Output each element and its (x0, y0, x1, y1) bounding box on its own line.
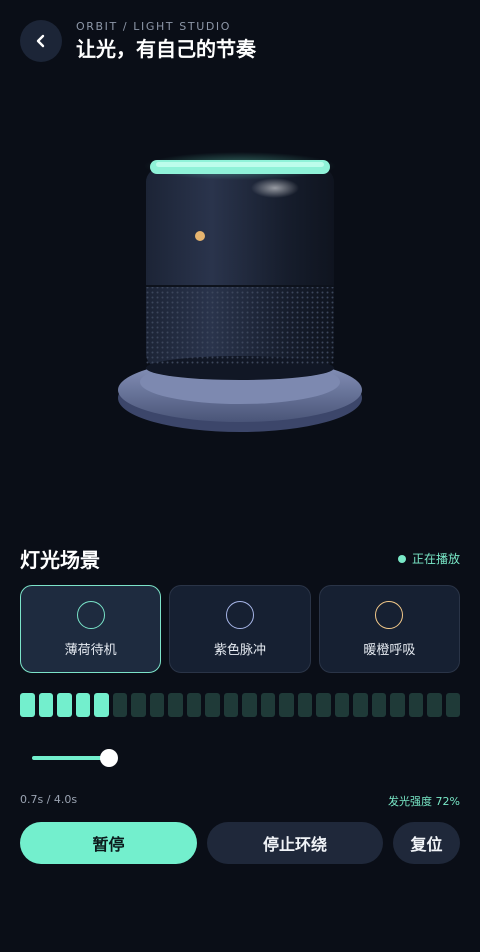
level-segment (186, 693, 201, 717)
level-segment (205, 693, 220, 717)
scene-label: 暖橙呼吸 (363, 642, 416, 658)
playback-time: 0.7s / 4.0s (20, 793, 78, 806)
level-segment (260, 693, 275, 717)
level-segment (316, 693, 331, 717)
scenes-header: 灯光场景 正在播放 (20, 544, 460, 573)
section-title: 灯光场景 (20, 548, 100, 572)
scene-card-warm-orange-breath[interactable]: 暖橙呼吸 (318, 585, 460, 673)
pause-button[interactable]: 暂停 (20, 822, 197, 864)
timeline-slider[interactable] (32, 748, 118, 768)
level-segment (149, 693, 164, 717)
reset-button[interactable]: 复位 (393, 822, 460, 864)
slider-thumb[interactable] (100, 749, 118, 767)
status-dot-icon (397, 554, 406, 563)
level-segment (445, 693, 460, 717)
level-segment (279, 693, 294, 717)
level-segment (371, 693, 386, 717)
ring-icon (76, 600, 105, 629)
playback-status: 正在播放 (397, 550, 460, 567)
level-segment (390, 693, 405, 717)
light-level-bar (20, 693, 460, 717)
level-segment (297, 693, 312, 717)
page-title: 让光，有自己的节奏 (76, 37, 256, 61)
slider-track (32, 756, 108, 760)
scene-card-mint-standby[interactable]: 薄荷待机 (20, 585, 162, 673)
level-segment (223, 693, 238, 717)
action-bar: 暂停 停止环绕 复位 (20, 822, 460, 864)
back-button[interactable] (20, 20, 62, 62)
header-titles: ORBIT / LIGHT STUDIO 让光，有自己的节奏 (76, 20, 256, 62)
chevron-left-icon (36, 34, 45, 48)
scene-list: 薄荷待机 紫色脉冲 暖橙呼吸 (20, 585, 460, 673)
level-segment (75, 693, 90, 717)
level-segment (353, 693, 368, 717)
level-segment (242, 693, 257, 717)
ring-icon (375, 600, 404, 629)
level-segment (131, 693, 146, 717)
level-segment (94, 693, 109, 717)
scene-label: 紫色脉冲 (213, 642, 266, 658)
speaker-illustration (118, 152, 362, 432)
brand-eyebrow: ORBIT / LIGHT STUDIO (76, 20, 232, 33)
level-segment (57, 693, 72, 717)
ring-icon (225, 600, 254, 629)
level-segment (334, 693, 349, 717)
level-segment (427, 693, 442, 717)
level-segment (112, 693, 127, 717)
level-segment (168, 693, 183, 717)
level-segment (38, 693, 53, 717)
glow-intensity: 发光强度 72% (388, 795, 460, 808)
level-segment (408, 693, 423, 717)
status-label: 正在播放 (411, 552, 460, 566)
speaker-3d-view[interactable] (0, 120, 480, 480)
stop-orbit-button[interactable]: 停止环绕 (207, 822, 383, 864)
header: ORBIT / LIGHT STUDIO 让光，有自己的节奏 (20, 20, 256, 62)
scene-label: 薄荷待机 (64, 642, 117, 658)
level-segment (20, 693, 35, 717)
scene-card-purple-pulse[interactable]: 紫色脉冲 (169, 585, 311, 673)
